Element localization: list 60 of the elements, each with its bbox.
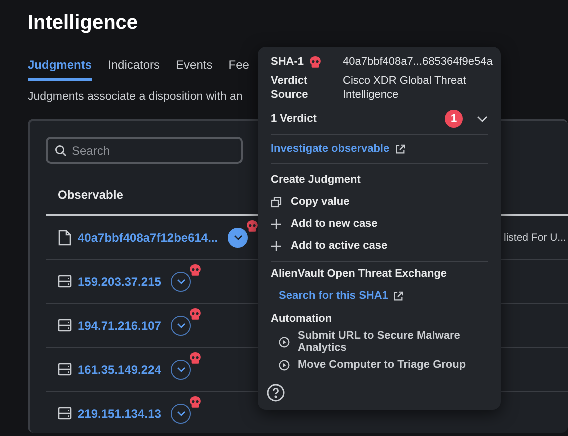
description-text: Judgments associate a disposition with an <box>28 91 244 103</box>
help-icon[interactable] <box>267 384 285 402</box>
section-title: Automation <box>271 312 334 327</box>
menu-item[interactable]: Add to active case <box>291 240 388 252</box>
skull-icon <box>189 264 202 276</box>
chevron-down-icon <box>234 234 243 240</box>
skull-icon <box>189 308 202 320</box>
count-badge: 1 <box>445 110 463 128</box>
chevron-down-icon <box>176 366 186 372</box>
section-title: Create Judgment <box>271 173 362 188</box>
skull-icon <box>189 352 202 364</box>
observable-link[interactable]: 161.35.149.224 <box>78 362 162 376</box>
verdict-count-label: 1 Verdict <box>271 113 317 125</box>
page-title: Intelligence <box>28 11 140 36</box>
chevron-down-icon[interactable] <box>477 116 488 122</box>
section-title: AlienVault Open Threat Exchange <box>271 267 448 282</box>
external-link-icon <box>393 290 404 302</box>
search-field[interactable]: Search <box>46 137 243 164</box>
menu-item[interactable]: Move Computer to Triage Group <box>298 359 466 371</box>
column-header: Observable <box>58 188 124 202</box>
observable-link[interactable]: 219.151.134.13 <box>78 406 162 420</box>
tab[interactable]: Fee <box>228 58 250 81</box>
observable-link[interactable]: 159.203.37.215 <box>78 274 162 288</box>
field-value: 40a7bbf408a7...685364f9e54a <box>343 55 493 69</box>
expand-button[interactable] <box>171 360 192 380</box>
menu-item[interactable]: Copy value <box>291 196 350 208</box>
field-label: SHA-1 <box>271 55 304 69</box>
expand-button[interactable] <box>171 404 192 424</box>
external-link-icon <box>394 144 406 154</box>
play-circle-icon <box>279 336 290 348</box>
field-value: Cisco XDR Global Threat Intelligence <box>343 74 468 102</box>
tab[interactable]: Events <box>176 58 213 81</box>
search-link[interactable]: Search for this SHA1 <box>279 290 388 302</box>
chevron-down-icon <box>176 322 186 328</box>
expand-button[interactable] <box>171 272 192 292</box>
server-icon <box>58 275 72 288</box>
search-icon <box>55 145 67 157</box>
plus-icon <box>271 218 282 230</box>
expand-button[interactable] <box>171 316 192 336</box>
menu-item[interactable]: Submit URL to Secure Malware Analytics <box>298 330 488 354</box>
tab[interactable]: Judgments <box>28 58 92 81</box>
file-icon <box>58 230 72 246</box>
chevron-down-icon <box>176 278 186 284</box>
tab[interactable]: Indicators <box>108 58 160 81</box>
skull-icon <box>309 56 322 68</box>
expand-button[interactable] <box>228 228 248 248</box>
skull-icon <box>189 396 202 408</box>
observable-link[interactable]: 40a7bbf408a7f12be614... <box>78 230 218 244</box>
chevron-down-icon <box>176 410 186 416</box>
investigate-link[interactable]: Investigate observable <box>271 143 390 155</box>
menu-item[interactable]: Add to new case <box>291 218 378 230</box>
copy-icon <box>271 196 282 208</box>
table-cell: listed For U... <box>504 232 566 244</box>
plus-icon <box>271 240 282 252</box>
server-icon <box>58 363 72 376</box>
play-circle-icon <box>279 360 290 370</box>
field-label: Verdict Source <box>271 74 310 102</box>
observable-link[interactable]: 194.71.216.107 <box>78 318 162 332</box>
server-icon <box>58 319 72 332</box>
server-icon <box>58 407 72 420</box>
